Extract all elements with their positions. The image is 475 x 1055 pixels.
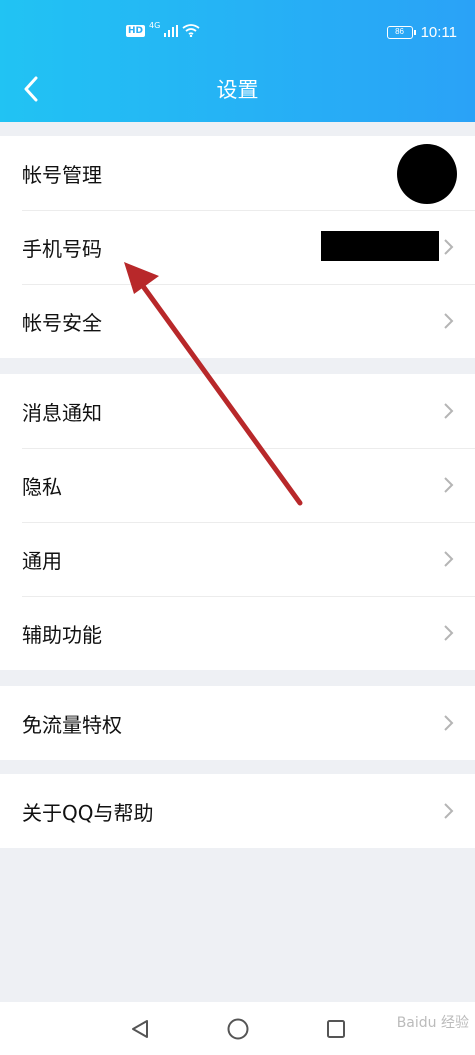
settings-item-free-data[interactable]: 免流量特权 <box>0 686 475 760</box>
chevron-right-icon <box>444 551 454 567</box>
baidu-watermark: Baidu 经验 <box>396 1015 469 1031</box>
general-group: 消息通知 隐私 通用 辅助功能 <box>0 374 475 670</box>
battery-indicator: 86 <box>386 26 416 39</box>
settings-item-general[interactable]: 通用 <box>0 522 475 596</box>
network-type: 4G <box>149 21 161 30</box>
avatar <box>397 144 457 204</box>
settings-item-accessibility[interactable]: 辅助功能 <box>0 596 475 670</box>
settings-item-privacy[interactable]: 隐私 <box>0 448 475 522</box>
nav-bar: 设置 <box>0 62 475 114</box>
chevron-right-icon <box>444 403 454 419</box>
settings-item-label: 通用 <box>22 548 62 573</box>
settings-item-account-management[interactable]: 帐号管理 <box>0 136 475 210</box>
settings-item-account-security[interactable]: 帐号安全 <box>0 284 475 358</box>
signal-icon <box>164 24 179 37</box>
system-home-button[interactable] <box>224 1015 252 1043</box>
chevron-right-icon <box>444 715 454 731</box>
recents-square-icon <box>326 1019 345 1038</box>
chevron-right-icon <box>444 625 454 641</box>
settings-item-label: 关于QQ与帮助 <box>22 800 154 825</box>
system-recents-button[interactable] <box>322 1015 350 1043</box>
settings-item-label: 手机号码 <box>22 236 102 261</box>
page-title: 设置 <box>216 78 259 102</box>
chevron-right-icon <box>444 313 454 329</box>
wifi-icon <box>182 24 200 37</box>
chevron-right-icon <box>444 803 454 819</box>
data-free-group: 免流量特权 <box>0 686 475 760</box>
settings-item-phone-number[interactable]: 手机号码 <box>0 210 475 284</box>
settings-item-label: 免流量特权 <box>22 712 122 737</box>
settings-item-label: 隐私 <box>22 474 62 499</box>
settings-item-label: 帐号安全 <box>22 310 102 335</box>
settings-item-label: 消息通知 <box>22 400 102 425</box>
about-group: 关于QQ与帮助 <box>0 774 475 848</box>
settings-item-about-help[interactable]: 关于QQ与帮助 <box>0 774 475 848</box>
settings-item-label: 帐号管理 <box>22 162 102 187</box>
redacted-phone-value <box>321 231 439 261</box>
app-header: HD 4G 86 10:11 设置 <box>0 0 475 122</box>
system-back-button[interactable] <box>126 1015 154 1043</box>
status-bar: HD 4G 86 10:11 <box>0 21 475 48</box>
settings-item-notifications[interactable]: 消息通知 <box>0 374 475 448</box>
account-group: 帐号管理 手机号码 帐号安全 <box>0 136 475 358</box>
back-triangle-icon <box>131 1019 148 1038</box>
chevron-right-icon <box>444 239 454 255</box>
home-circle-icon <box>227 1018 248 1039</box>
clock: 10:11 <box>420 24 457 41</box>
hd-badge: HD <box>126 24 146 37</box>
chevron-right-icon <box>444 477 454 493</box>
settings-item-label: 辅助功能 <box>22 622 102 647</box>
